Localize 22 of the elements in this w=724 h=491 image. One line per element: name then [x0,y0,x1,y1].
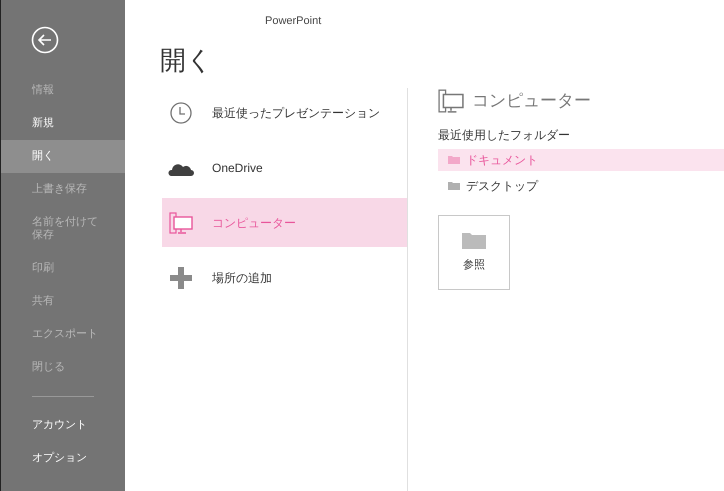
location-title: コンピューター [472,90,591,112]
page-heading: 開く [160,44,213,76]
section-label: 最近使用したフォルダー [438,126,571,144]
folder-icon [448,181,460,190]
plus-icon [170,266,192,288]
folder-item[interactable]: デスクトップ [438,174,724,196]
sidebar-item[interactable]: 開く [1,140,125,173]
sidebar-item[interactable]: アカウント [1,409,125,442]
place-item[interactable]: 場所の追加 [162,253,407,302]
folder-item[interactable]: ドキュメント [438,148,724,170]
computer-icon [169,212,193,234]
clock-icon [170,102,192,124]
sidebar-item[interactable]: オプション [1,442,125,475]
sidebar-item[interactable]: 新規 [1,107,125,140]
browse-button[interactable]: 参照 [438,214,510,290]
place-item[interactable]: OneDrive [162,143,407,192]
window-title: PowerPoint [264,14,322,29]
computer-icon [438,88,464,113]
place-item[interactable]: コンピューター [162,198,407,247]
place-item[interactable]: 最近使ったプレゼンテーション [162,88,407,137]
folder-icon [448,155,460,164]
folder-icon [462,230,486,249]
